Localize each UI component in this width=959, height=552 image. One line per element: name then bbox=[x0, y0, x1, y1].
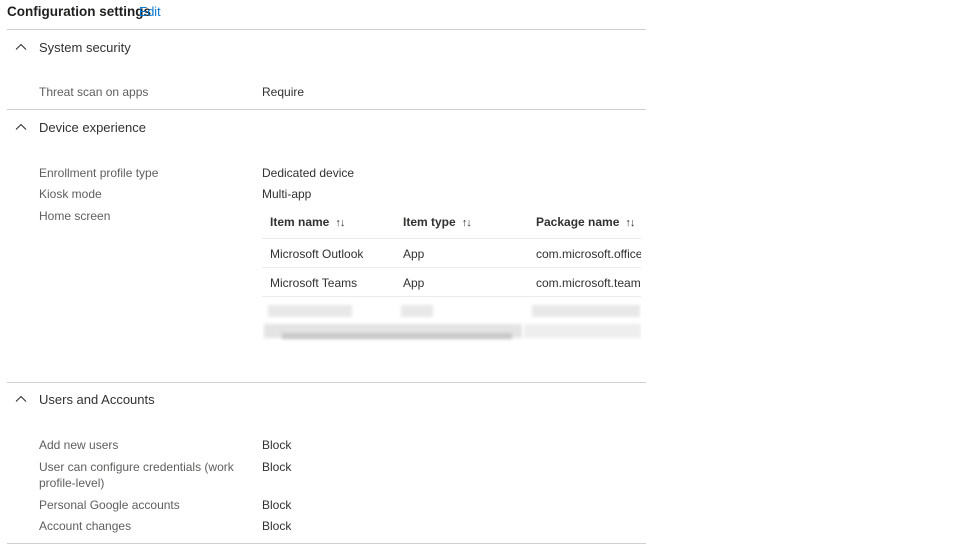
sort-icon: ↑↓ bbox=[625, 217, 635, 229]
redacted-cell bbox=[401, 305, 433, 317]
edit-link[interactable]: Edit bbox=[139, 5, 161, 19]
divider bbox=[7, 382, 646, 383]
setting-value: Block bbox=[262, 498, 292, 512]
cell-item-name: Microsoft Outlook bbox=[270, 247, 364, 261]
setting-label: Personal Google accounts bbox=[39, 498, 180, 512]
redacted-cell bbox=[268, 305, 352, 317]
cell-package-name: com.microsoft.teams bbox=[536, 276, 641, 290]
sort-icon: ↑↓ bbox=[335, 217, 345, 229]
table-divider bbox=[262, 267, 641, 268]
setting-value: Block bbox=[262, 438, 292, 452]
setting-value: Block bbox=[262, 460, 292, 474]
table-divider bbox=[262, 238, 641, 239]
section-title: Users and Accounts bbox=[39, 391, 155, 407]
home-screen-table: Item name ↑↓ Item type ↑↓ Package name ↑↓ M… bbox=[262, 207, 641, 343]
divider bbox=[7, 543, 646, 544]
redacted-cell bbox=[532, 305, 640, 317]
setting-label: Threat scan on apps bbox=[39, 85, 149, 99]
redacted-scrollbar bbox=[524, 324, 641, 338]
chevron-up-icon bbox=[15, 395, 27, 402]
setting-value: Multi-app bbox=[262, 187, 312, 201]
chevron-up-icon bbox=[15, 43, 27, 50]
column-header-item-name[interactable]: Item name ↑↓ bbox=[270, 215, 345, 229]
setting-value: Block bbox=[262, 519, 292, 533]
setting-value: Dedicated device bbox=[262, 166, 355, 180]
column-header-package-name[interactable]: Package name ↑↓ bbox=[536, 215, 635, 229]
section-title: System security bbox=[39, 39, 131, 55]
table-divider bbox=[262, 296, 641, 297]
section-title: Device experience bbox=[39, 119, 146, 135]
setting-label: Kiosk mode bbox=[39, 187, 102, 201]
section-header-users-and-accounts[interactable]: Users and Accounts bbox=[14, 388, 155, 410]
cell-package-name: com.microsoft.office bbox=[536, 247, 641, 261]
divider bbox=[7, 29, 646, 30]
setting-label: User can configure credentials (work bbox=[39, 460, 234, 474]
divider bbox=[7, 109, 646, 110]
chevron-up-icon bbox=[15, 123, 27, 130]
cell-item-type: App bbox=[403, 247, 425, 261]
setting-label: Enrollment profile type bbox=[39, 166, 159, 180]
cell-item-name: Microsoft Teams bbox=[270, 276, 358, 290]
sort-icon: ↑↓ bbox=[461, 217, 472, 229]
page-title: Configuration settings bbox=[7, 4, 151, 19]
setting-value: Require bbox=[262, 85, 305, 99]
setting-label: Add new users bbox=[39, 438, 119, 452]
scrollbar-thumb[interactable] bbox=[282, 333, 512, 339]
setting-label: Account changes bbox=[39, 519, 132, 533]
cell-item-type: App bbox=[403, 276, 425, 290]
setting-label: Home screen bbox=[39, 209, 111, 223]
section-header-system-security[interactable]: System security bbox=[14, 36, 131, 58]
column-header-item-type[interactable]: Item type ↑↓ bbox=[403, 215, 472, 229]
section-header-device-experience[interactable]: Device experience bbox=[14, 116, 146, 138]
setting-label-continued: profile-level) bbox=[39, 476, 105, 490]
